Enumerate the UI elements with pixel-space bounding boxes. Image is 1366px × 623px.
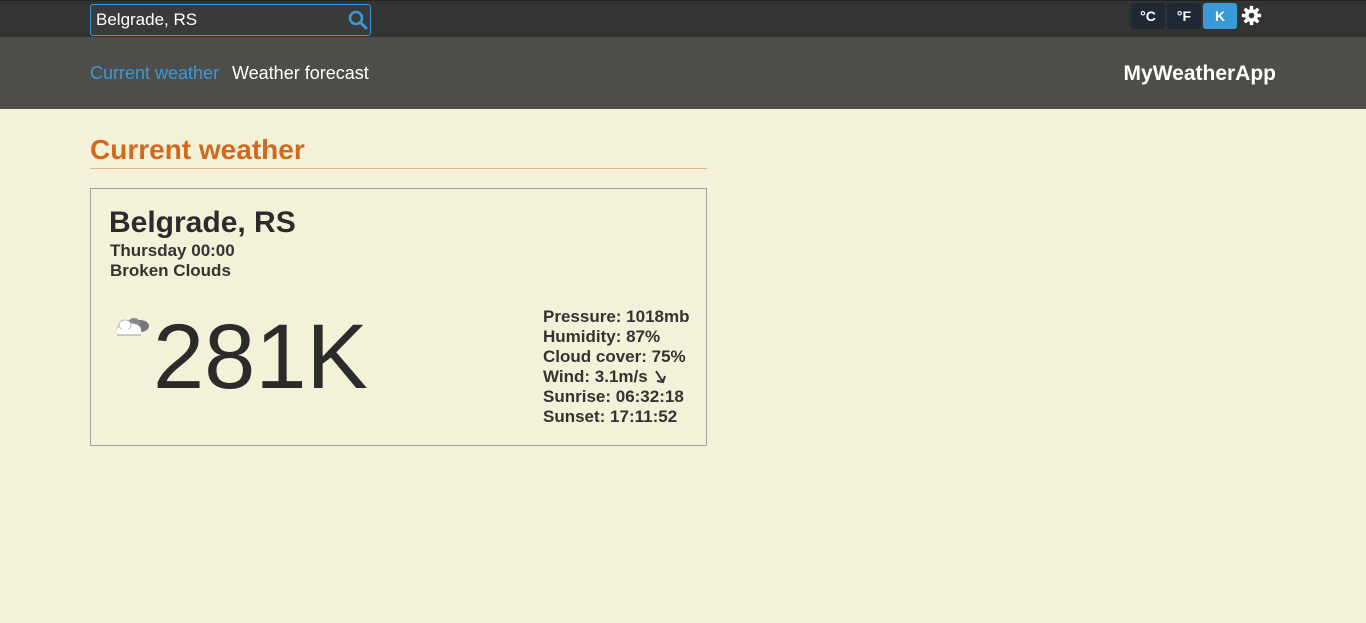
wind-direction-arrow-icon	[654, 370, 666, 384]
main-navbar: Current weather Weather forecast MyWeath…	[0, 37, 1366, 109]
sunrise-value: Sunrise: 06:32:18	[543, 387, 684, 406]
weather-details: Pressure: 1018mb Humidity: 87% Cloud cov…	[543, 307, 689, 427]
unit-celsius-button[interactable]: °C	[1131, 3, 1165, 29]
top-bar: °C °F K	[0, 0, 1366, 37]
pressure-value: Pressure: 1018mb	[543, 307, 690, 326]
weather-condition: Broken Clouds	[110, 261, 231, 280]
wind-value: Wind: 3.1m/s	[543, 367, 648, 386]
gear-icon[interactable]	[1241, 5, 1262, 26]
page-title: Current weather	[90, 134, 707, 169]
unit-fahrenheit-button[interactable]: °F	[1167, 3, 1201, 29]
current-weather-card: Belgrade, RS Thursday 00:00 Broken Cloud…	[90, 188, 707, 446]
broken-clouds-icon	[116, 318, 149, 336]
nav-current-weather-link[interactable]: Current weather	[90, 63, 219, 84]
weather-datetime: Thursday 00:00	[110, 241, 235, 260]
temperature-value: 281K	[153, 306, 368, 408]
cloud-cover-value: Cloud cover: 75%	[543, 347, 686, 366]
sunset-value: Sunset: 17:11:52	[543, 407, 678, 426]
city-name: Belgrade, RS	[109, 206, 296, 239]
humidity-value: Humidity: 87%	[543, 327, 661, 346]
search-icon[interactable]	[348, 10, 368, 30]
wind-row: Wind: 3.1m/s	[543, 367, 689, 387]
search-input[interactable]	[91, 5, 341, 35]
nav-weather-forecast-link[interactable]: Weather forecast	[232, 63, 369, 84]
app-brand[interactable]: MyWeatherApp	[1124, 62, 1276, 86]
search-box[interactable]	[90, 4, 371, 36]
unit-kelvin-button[interactable]: K	[1203, 3, 1237, 29]
